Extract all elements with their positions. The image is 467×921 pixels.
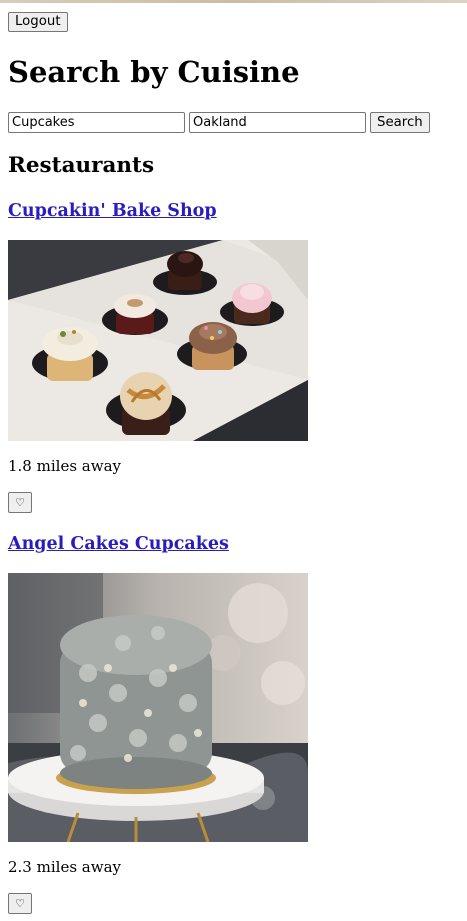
restaurant-photo-cupcakes <box>8 240 308 441</box>
location-input[interactable] <box>189 112 366 133</box>
page-title: Search by Cuisine <box>8 55 300 89</box>
window-top-strip <box>0 0 467 3</box>
logout-button[interactable]: Logout <box>8 12 68 32</box>
restaurant-name: Cupcakin' Bake Shop <box>8 200 217 222</box>
restaurant-distance: 2.3 miles away <box>8 858 121 876</box>
restaurant-distance: 1.8 miles away <box>8 457 121 475</box>
search-button[interactable]: Search <box>370 112 430 133</box>
favorite-button[interactable]: ♡ <box>8 492 32 513</box>
heart-icon: ♡ <box>15 897 25 910</box>
heart-icon: ♡ <box>15 496 25 509</box>
restaurant-link[interactable]: Cupcakin' Bake Shop <box>8 201 217 221</box>
cuisine-input[interactable] <box>8 112 185 133</box>
restaurants-heading: Restaurants <box>8 153 155 178</box>
restaurant-link[interactable]: Angel Cakes Cupcakes <box>8 534 229 554</box>
restaurant-photo-cake <box>8 573 308 842</box>
favorite-button[interactable]: ♡ <box>8 893 32 914</box>
restaurant-name: Angel Cakes Cupcakes <box>8 533 229 555</box>
